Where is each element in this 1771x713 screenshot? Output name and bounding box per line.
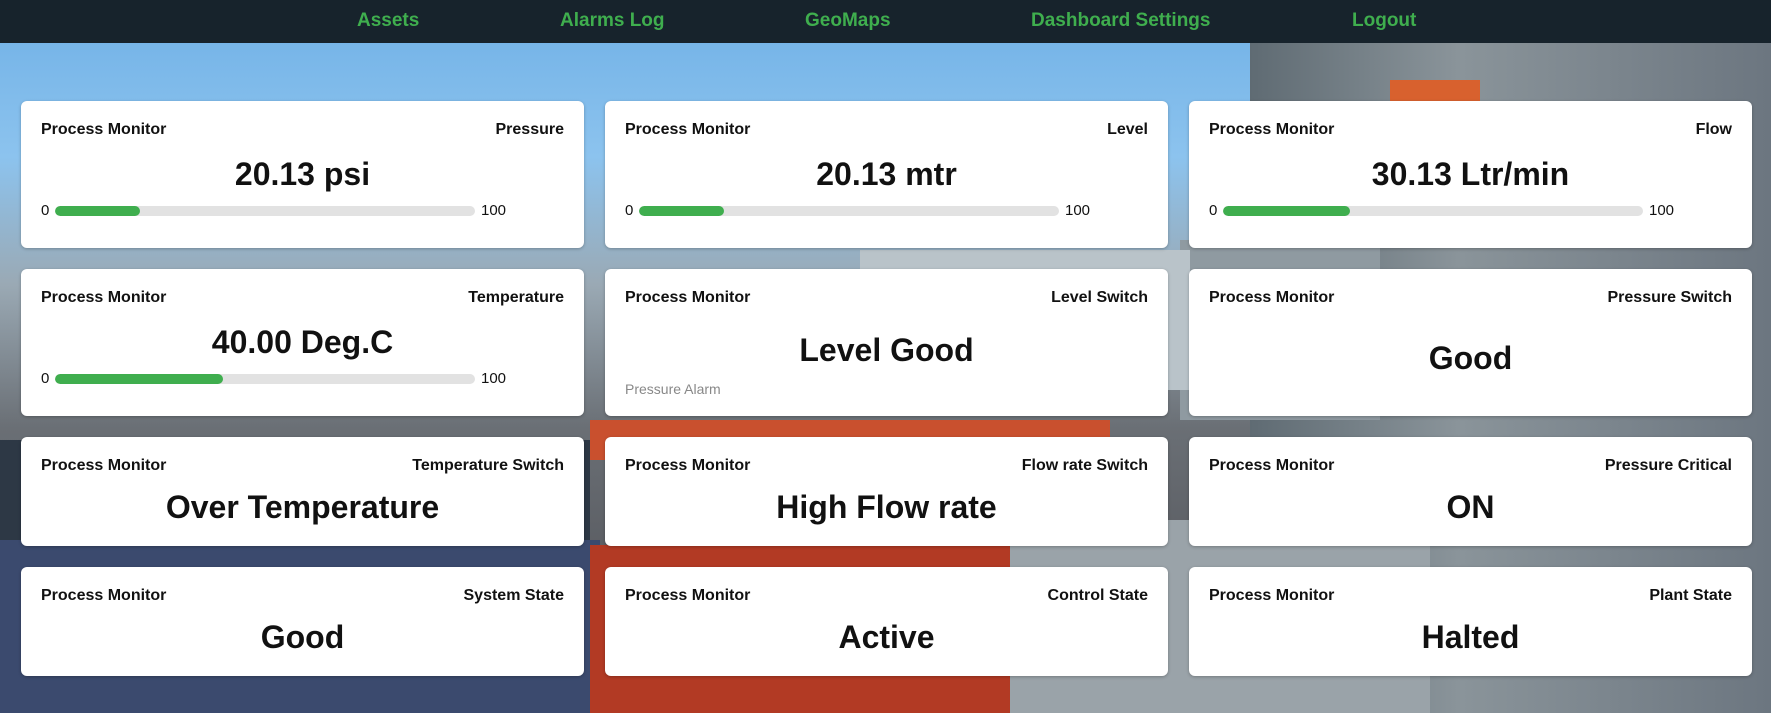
control-state-card: Process Monitor Control State Active [605,567,1168,676]
card-value: Active [838,619,935,655]
card-title: Process Monitor [41,121,167,138]
bar-track [55,206,475,216]
pressure-critical-card: Process Monitor Pressure Critical ON [1189,437,1752,546]
temperature-switch-card: Process Monitor Temperature Switch Over … [21,437,584,546]
bar-max-label: 100 [481,370,507,387]
nav-dashboard-settings-link[interactable]: Dashboard Settings [1031,10,1210,32]
card-value: High Flow rate [776,489,997,525]
card-title: Process Monitor [1209,587,1335,604]
pressure-card: Process Monitor Pressure 20.13 psi 0 100 [21,101,584,248]
card-label: Temperature Switch [412,457,564,474]
bar-max-label: 100 [1065,202,1091,219]
bar-track [639,206,1059,216]
top-nav: Assets Alarms Log GeoMaps Dashboard Sett… [0,0,1771,43]
card-value: 30.13 Ltr/min [1371,156,1570,192]
flow-card: Process Monitor Flow 30.13 Ltr/min 0 100 [1189,101,1752,248]
card-label: Pressure [495,121,565,138]
card-title: Process Monitor [625,587,751,604]
card-label: Control State [1047,587,1148,604]
bar-track [55,374,475,384]
pressure-switch-card: Process Monitor Pressure Switch Good [1189,269,1752,416]
card-value: Halted [1421,619,1520,655]
card-title: Process Monitor [625,121,751,138]
card-label: Level [1107,121,1148,138]
card-label: Level Switch [1051,289,1148,306]
card-title: Process Monitor [41,457,167,474]
pressure-alarm-label: Pressure Alarm [625,381,721,397]
card-value: Good [1428,340,1513,376]
card-value: ON [1446,489,1495,525]
card-title: Process Monitor [625,457,751,474]
bar-max-label: 100 [481,202,507,219]
card-value: Level Good [799,332,974,368]
nav-geomaps-link[interactable]: GeoMaps [805,10,891,32]
card-label: Pressure Switch [1607,289,1733,306]
card-label: Flow [1695,121,1732,138]
progress-bar: 0 100 [41,202,521,220]
card-title: Process Monitor [1209,457,1335,474]
card-value: 20.13 mtr [816,156,957,192]
level-switch-card: Process Monitor Level Switch Level Good … [605,269,1168,416]
card-label: Plant State [1649,587,1732,604]
card-value: 20.13 psi [234,156,371,192]
bar-fill [55,374,223,384]
card-value: Over Temperature [165,489,440,525]
bar-min-label: 0 [41,202,50,219]
card-title: Process Monitor [625,289,751,306]
card-title: Process Monitor [41,289,167,306]
bar-max-label: 100 [1649,202,1675,219]
card-label: Temperature [468,289,564,306]
bar-track [1223,206,1643,216]
flow-rate-switch-card: Process Monitor Flow rate Switch High Fl… [605,437,1168,546]
card-value: 40.00 Deg.C [211,324,394,360]
plant-state-card: Process Monitor Plant State Halted [1189,567,1752,676]
card-label: Flow rate Switch [1021,457,1148,474]
card-title: Process Monitor [1209,289,1335,306]
progress-bar: 0 100 [1209,202,1689,220]
bar-fill [55,206,140,216]
bar-fill [639,206,724,216]
bar-min-label: 0 [1209,202,1218,219]
nav-alarms-log-link[interactable]: Alarms Log [560,10,665,32]
nav-logout-link[interactable]: Logout [1352,10,1416,32]
bar-fill [1223,206,1350,216]
temperature-card: Process Monitor Temperature 40.00 Deg.C … [21,269,584,416]
progress-bar: 0 100 [41,370,521,388]
progress-bar: 0 100 [625,202,1105,220]
card-title: Process Monitor [1209,121,1335,138]
card-label: System State [463,587,565,604]
card-value: Good [260,619,345,655]
card-label: Pressure Critical [1604,457,1732,474]
nav-assets-link[interactable]: Assets [357,10,419,32]
system-state-card: Process Monitor System State Good [21,567,584,676]
level-card: Process Monitor Level 20.13 mtr 0 100 [605,101,1168,248]
card-title: Process Monitor [41,587,167,604]
bar-min-label: 0 [625,202,634,219]
bar-min-label: 0 [41,370,50,387]
